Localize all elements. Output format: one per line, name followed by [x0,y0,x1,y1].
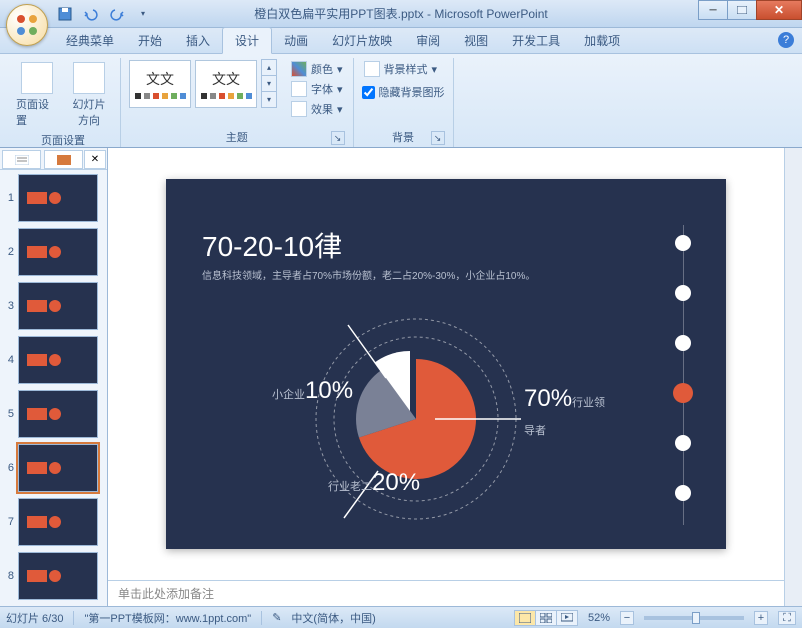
notes-pane[interactable]: 单击此处添加备注 [108,580,784,606]
thumbnail[interactable] [18,228,98,276]
group-label-page-setup: 页面设置 [14,130,112,150]
thumbnail[interactable] [18,390,98,438]
thumbnail-row[interactable]: 7 [2,498,105,546]
ribbon-tab[interactable]: 开始 [126,28,174,53]
vertical-scrollbar[interactable] [784,148,802,606]
theme-gallery[interactable]: 文文 文文 ▴▾▾ [129,60,277,108]
outline-tab[interactable] [2,150,41,169]
fit-window-button[interactable]: ⛶ [778,611,796,625]
gallery-scroll[interactable]: ▴▾▾ [261,60,277,108]
label-20: 行业老二20% [328,469,420,497]
thumbnail[interactable] [18,498,98,546]
thumbnail-row[interactable]: 2 [2,228,105,276]
qat-more-icon[interactable]: ▾ [132,3,154,25]
fonts-icon [291,81,307,97]
thumbnail[interactable] [18,552,98,600]
thumbnail-number: 5 [2,408,14,420]
window-title: 橙白双色扁平实用PPT图表.pptx - Microsoft PowerPoin… [254,5,547,22]
thumbnail-row[interactable]: 8 [2,552,105,600]
thumbnail[interactable] [18,444,98,492]
zoom-slider[interactable] [644,616,744,620]
thumbnail-number: 2 [2,246,14,258]
ribbon-tab[interactable]: 加载项 [572,28,632,53]
orientation-icon [73,62,105,94]
close-button[interactable]: ✕ [756,0,802,20]
progress-dots [682,225,684,525]
group-label-background: 背景↘ [362,127,445,147]
thumbnail-number: 8 [2,570,14,582]
slide-canvas[interactable]: 70-20-10律 信息科技领域，主导者占70%市场份额，老二占20%-30%，… [166,179,726,549]
ribbon-tab[interactable]: 开发工具 [500,28,572,53]
dialog-launcher-icon[interactable]: ↘ [431,131,445,145]
language-status[interactable]: 中文(简体，中国) [291,610,375,626]
slide-title: 70-20-10律 [202,225,342,265]
normal-view-button[interactable] [514,610,536,626]
theme-item[interactable]: 文文 [195,60,257,108]
ribbon-tab[interactable]: 审阅 [404,28,452,53]
minimize-button[interactable]: ─ [698,0,728,20]
thumbnail-number: 1 [2,192,14,204]
slides-tab[interactable] [44,150,83,169]
ribbon-tab[interactable]: 经典菜单 [54,28,126,53]
redo-icon[interactable] [106,3,128,25]
thumbnail-number: 6 [2,462,14,474]
hide-bg-graphics-checkbox[interactable]: 隐藏背景图形 [362,84,445,100]
label-10: 小企业10% [272,377,353,405]
slide-position: 幻灯片 6/30 [6,610,63,626]
group-label-themes: 主题↘ [129,127,345,147]
ribbon-tab[interactable]: 插入 [174,28,222,53]
slideshow-view-button[interactable] [556,610,578,626]
page-setup-button[interactable]: 页面设置 [14,60,60,130]
checkbox-icon[interactable] [362,86,375,99]
zoom-out-button[interactable]: − [620,611,634,625]
thumbnail-number: 7 [2,516,14,528]
help-icon[interactable]: ? [778,32,794,48]
slide-orientation-button[interactable]: 幻灯片 方向 [66,60,112,130]
thumbnail[interactable] [18,336,98,384]
template-name: "第一PPT模板网：www.1ppt.com" [84,610,251,626]
zoom-in-button[interactable]: + [754,611,768,625]
undo-icon[interactable] [80,3,102,25]
thumbnail-row[interactable]: 5 [2,390,105,438]
spellcheck-icon[interactable]: ✎ [272,611,281,624]
label-70: 70%行业领 导者 [524,385,605,441]
thumbnail-number: 3 [2,300,14,312]
sorter-view-button[interactable] [535,610,557,626]
zoom-level[interactable]: 52% [588,612,610,624]
close-pane-icon[interactable]: ✕ [84,150,106,169]
thumbnail-row[interactable]: 4 [2,336,105,384]
ribbon-tab[interactable]: 幻灯片放映 [320,28,404,53]
save-icon[interactable] [54,3,76,25]
thumbnail[interactable] [18,174,98,222]
page-setup-icon [21,62,53,94]
theme-colors-button[interactable]: 颜色 ▾ [289,60,345,78]
effects-icon [291,101,307,117]
dialog-launcher-icon[interactable]: ↘ [331,131,345,145]
office-button[interactable] [6,4,48,46]
ribbon-tab[interactable]: 设计 [222,27,272,54]
maximize-button[interactable] [727,0,757,20]
theme-fonts-button[interactable]: 字体 ▾ [289,80,345,98]
thumbnail-list: 123456789 [0,170,107,606]
bg-style-icon [364,61,380,77]
thumbnail-number: 4 [2,354,14,366]
ribbon-tab[interactable]: 动画 [272,28,320,53]
slide-subtitle: 信息科技领域，主导者占70%市场份额，老二占20%-30%，小企业占10%。 [202,267,535,282]
colors-icon [291,61,307,77]
background-styles-button[interactable]: 背景样式 ▾ [362,60,440,78]
theme-effects-button[interactable]: 效果 ▾ [289,100,345,118]
thumbnail-row[interactable]: 6 [2,444,105,492]
thumbnail-row[interactable]: 1 [2,174,105,222]
thumbnail-row[interactable]: 3 [2,282,105,330]
ribbon-tab[interactable]: 视图 [452,28,500,53]
thumbnail[interactable] [18,282,98,330]
theme-item[interactable]: 文文 [129,60,191,108]
